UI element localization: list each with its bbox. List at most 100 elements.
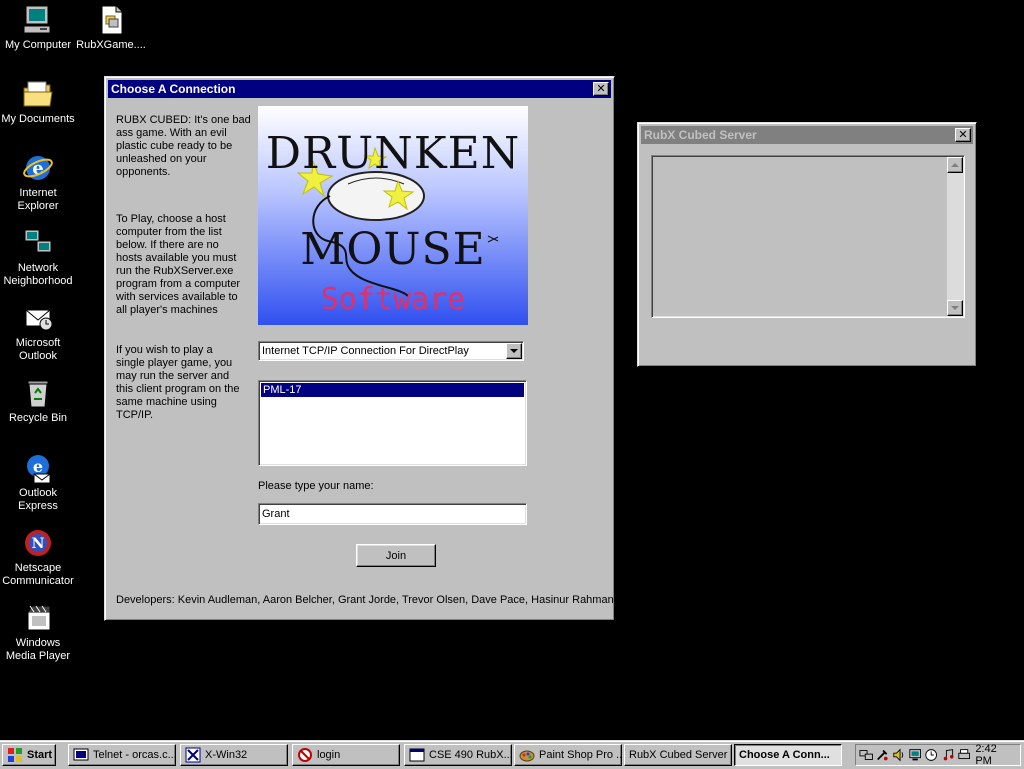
svg-text:e: e [33, 457, 43, 476]
taskbar: Start Telnet - orcas.c... X-Win32 login … [0, 740, 1024, 769]
window-title: RubX Cubed Server [644, 128, 757, 142]
taskbar-button-label: Paint Shop Pro ... [539, 749, 622, 761]
start-button[interactable]: Start [2, 744, 56, 766]
developers-text: Developers: Kevin Audleman, Aaron Belche… [116, 594, 614, 606]
join-button-label: Join [385, 549, 407, 562]
close-icon: ✕ [958, 128, 968, 141]
printer-tray-icon[interactable] [957, 747, 971, 763]
host-list-item-label: PML-17 [263, 384, 302, 396]
window-icon [409, 748, 425, 762]
taskbar-button-xwin32[interactable]: X-Win32 [180, 744, 288, 766]
server-window: RubX Cubed Server ✕ [637, 122, 977, 367]
drunken-mouse-logo: DRUNKEN MOUSE Software [258, 106, 528, 325]
clock[interactable]: 2:42 PM [975, 743, 1012, 767]
close-button[interactable]: ✕ [593, 82, 609, 96]
outlook-express-icon: e [27, 455, 51, 484]
desktop-icon-label: Outlook Express [18, 487, 58, 512]
desktop-icon-label: Internet Explorer [17, 187, 59, 212]
intro-text: RUBX CUBED: It's one bad ass game. With … [116, 114, 251, 178]
paint-shop-pro-icon [519, 750, 535, 762]
taskbar-button-label: CSE 490 RubX... [429, 749, 512, 761]
clock-tray-icon[interactable] [924, 747, 938, 763]
desktop-icon-windows-media-player[interactable]: Windows Media Player [0, 602, 76, 663]
folder-icon [23, 81, 53, 107]
taskbar-button-cse490[interactable]: CSE 490 RubX... [404, 744, 512, 766]
desktop-icon-label: My Computer [4, 39, 72, 51]
taskbar-button-choose-connection[interactable]: Choose A Conn... [734, 744, 842, 766]
volume-icon[interactable] [892, 747, 906, 763]
taskbar-button-login[interactable]: login [292, 744, 400, 766]
desktop-icon-internet-explorer[interactable]: e Internet Explorer [0, 152, 76, 213]
login-icon [298, 748, 312, 762]
telnet-icon [73, 748, 89, 761]
desktop-icon-rubxgame[interactable]: RubXGame.... [73, 4, 149, 52]
svg-text:N: N [32, 536, 45, 552]
taskbar-button-label: login [317, 749, 341, 761]
taskbar-button-rubx-server[interactable]: RubX Cubed Server [624, 744, 732, 766]
network-tray-icon[interactable] [859, 747, 873, 763]
logo-line-1: DRUNKEN [265, 128, 521, 179]
instructions-text: To Play, choose a host computer from the… [116, 213, 241, 316]
vertical-scrollbar[interactable] [947, 157, 963, 316]
desktop-icon-label: Microsoft Outlook [15, 337, 61, 362]
desktop-icon-my-documents[interactable]: My Documents [0, 78, 76, 126]
name-input[interactable]: Grant [258, 503, 527, 525]
recycle-bin-icon [27, 380, 49, 408]
choose-connection-window: Choose A Connection ✕ RUBX CUBED: It's o… [104, 76, 615, 621]
desktop-icon-label: RubXGame.... [76, 39, 146, 51]
arrow-down-icon [951, 306, 959, 310]
desktop-icon-label: Recycle Bin [8, 412, 68, 424]
connection-select-value: Internet TCP/IP Connection For DirectPla… [262, 345, 469, 357]
document-icon [101, 5, 123, 35]
close-icon: ✕ [596, 82, 606, 95]
network-icon [24, 229, 52, 256]
desktop-icon-netscape-communicator[interactable]: N Netscape Communicator [0, 527, 76, 588]
chevron-down-icon [510, 349, 518, 353]
desktop-icon-outlook-express[interactable]: e Outlook Express [0, 452, 76, 513]
taskbar-button-label: RubX Cubed Server [629, 749, 728, 761]
tool-tray-icon[interactable] [875, 747, 889, 763]
start-label: Start [27, 749, 53, 761]
window-title: Choose A Connection [111, 82, 236, 96]
desktop-icon-recycle-bin[interactable]: Recycle Bin [0, 377, 76, 425]
title-bar[interactable]: Choose A Connection ✕ [108, 80, 611, 98]
logo-line-3: Software [320, 282, 466, 317]
taskbar-button-label: Telnet - orcas.c... [93, 749, 176, 761]
internet-explorer-icon: e [23, 156, 53, 180]
monitor-tray-icon[interactable] [908, 747, 922, 763]
windows-logo-icon [8, 748, 22, 762]
dropdown-button[interactable] [506, 343, 522, 359]
close-button[interactable]: ✕ [955, 128, 971, 142]
taskbar-button-telnet[interactable]: Telnet - orcas.c... [68, 744, 176, 766]
host-list-item[interactable]: PML-17 [261, 383, 524, 397]
xwin32-icon [185, 747, 201, 763]
music-tray-icon[interactable] [941, 747, 955, 763]
desktop-icon-label: Windows Media Player [5, 637, 71, 662]
media-player-icon [27, 605, 51, 631]
desktop-icon-my-computer[interactable]: My Computer [0, 4, 76, 52]
single-player-text: If you wish to play a single player game… [116, 344, 240, 421]
arrow-up-icon [951, 163, 959, 167]
outlook-icon [25, 309, 53, 331]
host-list[interactable]: PML-17 [258, 380, 527, 466]
computer-icon [23, 5, 51, 34]
name-label: Please type your name: [258, 480, 374, 492]
scroll-up-button[interactable] [947, 157, 963, 173]
desktop-icon-network-neighborhood[interactable]: Network Neighborhood [0, 227, 76, 288]
scroll-down-button[interactable] [947, 300, 963, 316]
title-bar[interactable]: RubX Cubed Server ✕ [641, 126, 973, 144]
taskbar-button-label: X-Win32 [205, 749, 248, 761]
netscape-icon: N [25, 530, 51, 556]
desktop-icon-microsoft-outlook[interactable]: Microsoft Outlook [0, 302, 76, 363]
system-tray: 2:42 PM [855, 743, 1021, 767]
join-button[interactable]: Join [356, 544, 436, 567]
server-log-textarea[interactable] [651, 155, 965, 318]
desktop-icon-label: Network Neighborhood [3, 262, 73, 287]
connection-select[interactable]: Internet TCP/IP Connection For DirectPla… [258, 341, 524, 361]
taskbar-button-paint-shop-pro[interactable]: Paint Shop Pro ... [514, 744, 622, 766]
name-input-value: Grant [262, 508, 290, 520]
logo-line-2: MOUSE [300, 224, 486, 275]
taskbar-button-label: Choose A Conn... [739, 749, 830, 761]
desktop-icon-label: Netscape Communicator [2, 562, 74, 587]
desktop-icon-label: My Documents [1, 113, 75, 125]
